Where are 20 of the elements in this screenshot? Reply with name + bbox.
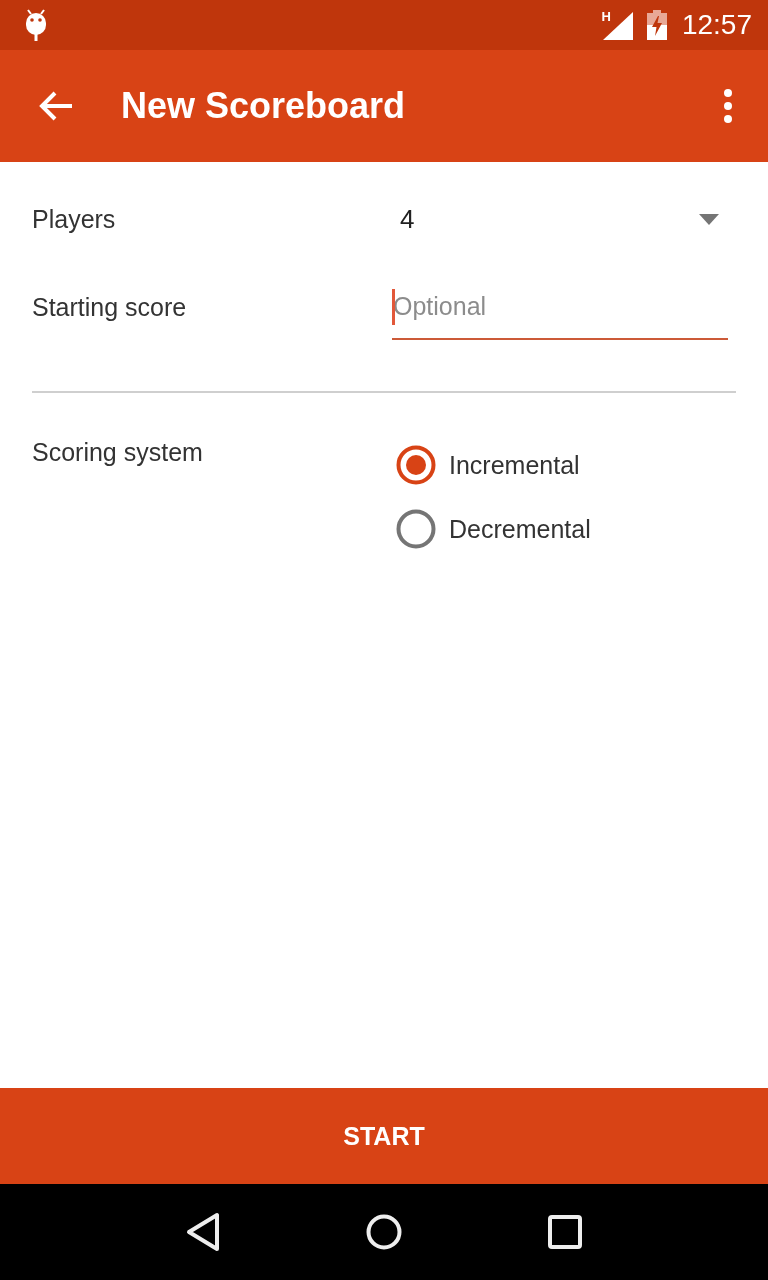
network-type-label: H — [601, 10, 611, 24]
radio-option[interactable]: Decremental — [392, 497, 595, 561]
starting-score-field[interactable]: Optional — [392, 274, 728, 340]
scoring-system-label: Scoring system — [32, 437, 203, 468]
players-label: Players — [32, 204, 116, 235]
home-icon[interactable] — [366, 1212, 402, 1252]
players-dropdown[interactable]: 4 — [392, 191, 728, 247]
radio-option[interactable]: Incremental — [392, 433, 584, 497]
clock-time: 12:57 — [681, 9, 752, 41]
signal-icon — [602, 12, 633, 40]
screen-title: New Scoreboard — [121, 84, 406, 128]
text-cursor-icon — [392, 289, 395, 325]
back-icon[interactable] — [184, 1212, 221, 1252]
recents-icon[interactable] — [547, 1212, 584, 1252]
starting-score-label: Starting score — [32, 292, 187, 323]
more-options-icon[interactable] — [722, 89, 734, 123]
android-robot-icon — [24, 9, 48, 41]
battery-charging-icon — [646, 10, 667, 40]
dropdown-caret-icon — [699, 213, 719, 225]
start-button[interactable]: START — [0, 1088, 768, 1184]
